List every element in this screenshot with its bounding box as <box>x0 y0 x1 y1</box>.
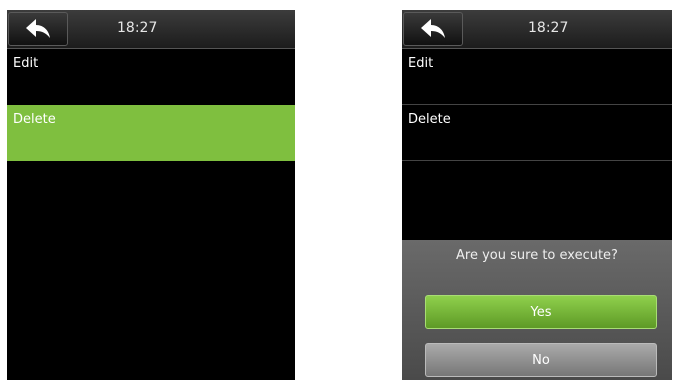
menu-item-edit[interactable]: Edit <box>7 49 295 105</box>
no-button[interactable]: No <box>425 343 657 377</box>
clock-time: 18:27 <box>117 20 158 36</box>
menu-item-label: Delete <box>408 112 451 127</box>
back-arrow-icon <box>26 19 50 38</box>
device-screen-left: 18:27 Edit Delete <box>7 10 295 380</box>
dialog-title: Are you sure to execute? <box>456 248 618 263</box>
header-bar: 18:27 <box>402 10 672 49</box>
header-bar: 18:27 <box>7 10 295 49</box>
device-screen-right: 18:27 Edit Delete Are you sure to execut… <box>402 10 672 380</box>
clock-time: 18:27 <box>528 20 569 36</box>
confirm-dialog: Are you sure to execute? Yes No <box>402 240 672 380</box>
menu-item-label: Delete <box>13 112 56 127</box>
menu-item-delete[interactable]: Delete <box>7 105 295 161</box>
menu-item-label: Edit <box>13 56 39 71</box>
menu-item-edit[interactable]: Edit <box>402 49 672 105</box>
menu-item-label: Edit <box>408 56 434 71</box>
back-arrow-icon <box>421 19 445 38</box>
back-button[interactable] <box>8 12 68 46</box>
back-button[interactable] <box>403 12 463 46</box>
yes-button[interactable]: Yes <box>425 295 657 329</box>
menu-item-delete[interactable]: Delete <box>402 105 672 161</box>
